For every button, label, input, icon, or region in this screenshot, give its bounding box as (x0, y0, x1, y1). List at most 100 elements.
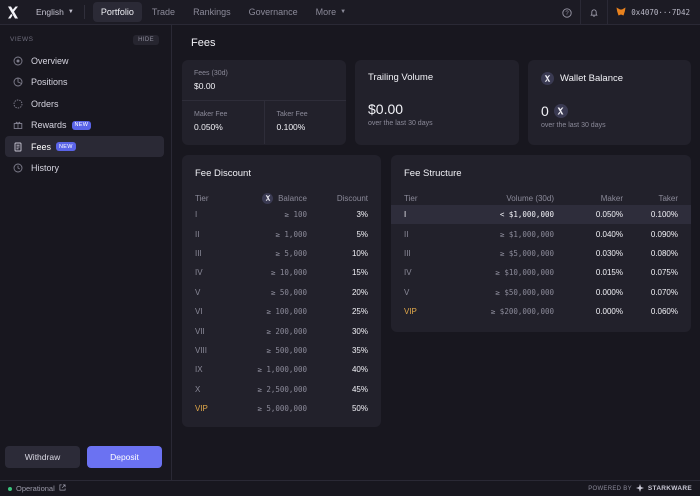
sidebar-item-label: Orders (31, 98, 59, 109)
nav-portfolio[interactable]: Portfolio (92, 2, 142, 22)
sidebar-actions: Withdraw Deposit (5, 446, 162, 468)
status-indicator[interactable]: Operational (8, 484, 66, 493)
sidebar-item-label: History (31, 163, 60, 173)
col-discount: Discount (336, 193, 368, 203)
col-balance-label: Balance (278, 193, 307, 203)
fees-summary-card: Fees (30d) $0.00 Maker Fee 0.050% Taker … (182, 60, 346, 145)
table-row: IV ≥ 10,000 15% (195, 263, 368, 282)
bell-icon[interactable] (581, 0, 607, 25)
table-row: VIP ≥ 5,000,000 50% (195, 399, 368, 418)
wallet-balance-sub: over the last 30 days (541, 122, 606, 129)
fee-structure-card: Fee Structure Tier Volume (30d) Maker Ta… (391, 155, 691, 332)
discount-cell: 3% (356, 210, 368, 220)
help-icon[interactable]: ? (554, 0, 580, 25)
sidebar-item-overview[interactable]: Overview (5, 50, 164, 71)
balance-cell: ≥ 100 (284, 210, 307, 220)
wallet-address-button[interactable]: 0x4070···7D42 (608, 7, 700, 18)
balance-cell: ≥ 50,000 (270, 287, 307, 297)
top-right-controls: ? 0x4070···7D42 (554, 0, 700, 25)
volume-cell: ≥ $10,000,000 (495, 268, 554, 278)
history-icon (12, 163, 23, 174)
table-row: V ≥ 50,000 20% (195, 283, 368, 302)
volume-cell: ≥ $50,000,000 (495, 287, 554, 297)
table-row: I < $1,000,000 0.050% 0.100% (391, 205, 691, 225)
table-row: I ≥ 100 3% (195, 205, 368, 224)
tier-cell: VI (195, 307, 203, 317)
balance-cell: ≥ 500,000 (266, 345, 307, 355)
tier-cell: IX (195, 365, 203, 375)
maker-cell: 0.015% (595, 268, 623, 278)
tier-cell: IV (404, 268, 412, 278)
nav-trade-label: Trade (151, 7, 176, 17)
dydx-logo-icon[interactable] (0, 0, 26, 25)
tier-cell: VII (195, 326, 205, 336)
discount-cell: 10% (351, 248, 368, 258)
sidebar-item-history[interactable]: History (5, 158, 164, 179)
language-selector[interactable]: English ▼ (36, 7, 74, 17)
col-volume: Volume (30d) (506, 193, 554, 203)
overview-icon (12, 55, 23, 66)
discount-cell: 5% (356, 229, 368, 239)
fee-rates-section: Maker Fee 0.050% Taker Fee 0.100% (182, 101, 346, 144)
table-row: IX ≥ 1,000,000 40% (195, 360, 368, 379)
tier-cell: VIII (195, 345, 208, 355)
discount-cell: 30% (351, 326, 368, 336)
balance-cell: ≥ 2,500,000 (257, 384, 307, 394)
top-bar: English ▼ Portfolio Trade Rankings Gover… (0, 0, 700, 25)
tier-cell: II (404, 229, 409, 239)
fee-structure-header: Tier Volume (30d) Maker Taker (391, 191, 691, 205)
sidebar-item-positions[interactable]: Positions (5, 72, 164, 93)
rewards-icon (12, 120, 23, 131)
maker-fee-section: Maker Fee 0.050% (182, 101, 265, 144)
balance-cell: ≥ 100,000 (266, 307, 307, 317)
balance-cell: ≥ 10,000 (270, 268, 307, 278)
sidebar-item-fees[interactable]: Fees NEW (5, 136, 164, 157)
orders-icon (12, 98, 23, 109)
nav-governance-label: Governance (248, 7, 298, 17)
withdraw-button[interactable]: Withdraw (5, 446, 80, 468)
discount-cell: 40% (351, 365, 368, 375)
nav-governance[interactable]: Governance (241, 2, 306, 22)
maker-fee-label: Maker Fee (194, 111, 228, 118)
deposit-button[interactable]: Deposit (87, 446, 162, 468)
nav-rankings[interactable]: Rankings (185, 2, 239, 22)
hide-button[interactable]: HIDE (133, 34, 159, 45)
col-taker: Taker (658, 193, 678, 203)
dydx-token-icon (553, 104, 568, 118)
maker-cell: 0.040% (595, 229, 623, 239)
table-row: VIP ≥ $200,000,000 0.000% 0.060% (391, 302, 691, 321)
views-header: VIEWS HIDE (0, 25, 171, 45)
positions-icon (12, 77, 23, 88)
nav-trade[interactable]: Trade (144, 2, 183, 22)
powered-by-label: POWERED BY (588, 485, 632, 492)
sidebar-item-orders[interactable]: Orders (5, 93, 164, 114)
fees-30d-section: Fees (30d) $0.00 (182, 60, 346, 101)
sidebar-list: Overview Positions Orders Rewards NEW Fe… (0, 50, 171, 179)
external-link-icon (59, 484, 66, 493)
tier-cell: V (404, 287, 410, 297)
table-row: VII ≥ 200,000 30% (195, 321, 368, 340)
col-tier: Tier (404, 193, 418, 203)
wallet-balance-card: Wallet Balance 0 over the last 30 days (528, 60, 691, 145)
nav-more[interactable]: More ▼ (308, 2, 354, 22)
fees-30d-label: Fees (30d) (194, 70, 228, 77)
status-text: Operational (16, 484, 55, 493)
taker-cell: 0.075% (650, 268, 678, 278)
wallet-balance-value: 0 (541, 103, 549, 119)
chevron-down-icon: ▼ (340, 9, 347, 15)
tier-cell: V (195, 287, 201, 297)
taker-cell: 0.070% (650, 287, 678, 297)
maker-cell: 0.030% (595, 248, 623, 258)
table-row: X ≥ 2,500,000 45% (195, 380, 368, 399)
tier-cell: I (195, 210, 198, 220)
tier-cell: VIP (195, 404, 208, 414)
table-row: III ≥ 5,000 10% (195, 244, 368, 263)
trailing-volume-value: $0.00 (368, 101, 404, 117)
col-maker: Maker (600, 193, 623, 203)
dydx-token-icon (262, 192, 274, 204)
table-row: VIII ≥ 500,000 35% (195, 341, 368, 360)
balance-cell: ≥ 5,000,000 (257, 404, 307, 414)
table-row: VI ≥ 100,000 25% (195, 302, 368, 321)
sidebar-item-rewards[interactable]: Rewards NEW (5, 115, 164, 136)
fees-icon (12, 141, 23, 152)
